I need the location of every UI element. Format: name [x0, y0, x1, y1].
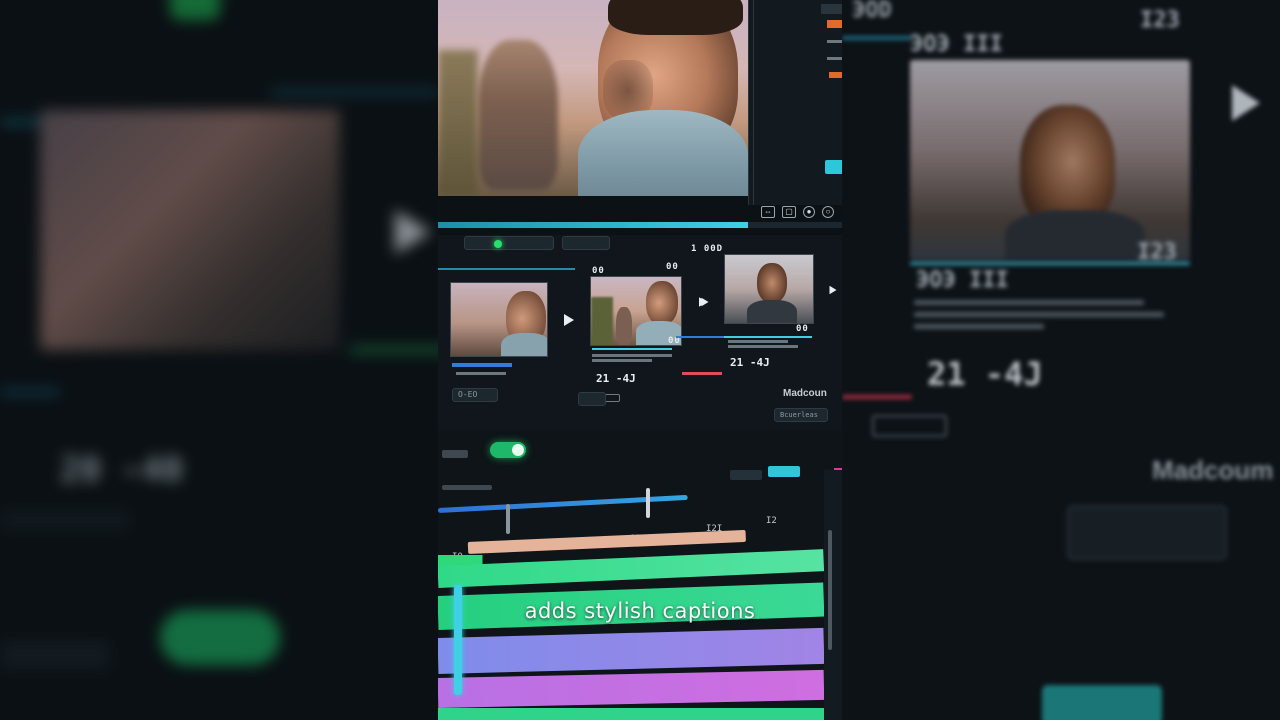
- clip-timecode: 21 -4J: [730, 356, 770, 369]
- timeline-panel: I0 12 03 I2I I2: [438, 430, 842, 720]
- bin-footer-mid-chip[interactable]: [578, 392, 606, 406]
- fit-icon[interactable]: ⇔: [761, 206, 775, 218]
- clip-green-3[interactable]: [438, 708, 824, 720]
- right-timecode: 21 -4J: [927, 355, 1043, 393]
- bin-filter-chip[interactable]: [464, 236, 554, 250]
- settings-icon[interactable]: ○: [822, 206, 834, 218]
- bin-footer-left-chip[interactable]: O-EO: [452, 388, 498, 402]
- clip-tc-top-left: 00: [592, 266, 605, 276]
- clip-thumbnail: [724, 254, 814, 324]
- right-brand: Madcoum: [1152, 455, 1274, 485]
- editor-panel: ⇔ ▢ ● ○ 00 00 00 00: [438, 0, 842, 720]
- bin-view-chip[interactable]: [562, 236, 610, 250]
- play-icon[interactable]: [701, 297, 709, 307]
- timeline-track-label: [442, 450, 468, 458]
- play-icon: [395, 210, 431, 254]
- right-code-bottom-right: I23: [1137, 240, 1177, 265]
- bin-footer-right-chip[interactable]: Bcuerleas: [774, 408, 828, 422]
- left-ghost-toggle: [160, 610, 280, 665]
- snap-toggle[interactable]: [490, 442, 526, 458]
- right-blurred-panel: ЭОD ЭОЭ III I23 ЭОЭ III I23 21 -4J Madco…: [842, 0, 1280, 720]
- clip-purple[interactable]: [438, 627, 825, 674]
- bin-footer: O-EO Madcoun Bcuerleas: [438, 380, 842, 430]
- inspector-strip: [748, 0, 842, 205]
- status-dot: [494, 240, 502, 248]
- timeline-accent-button[interactable]: [768, 466, 800, 477]
- bin-footer-brand: Madcoun: [783, 388, 827, 399]
- clip-meta: [728, 340, 798, 348]
- clip-thumbnail: [450, 282, 548, 357]
- clip-magenta[interactable]: [438, 669, 825, 708]
- preview-video[interactable]: [438, 0, 748, 196]
- clip-meta: [592, 354, 682, 362]
- viewer-toolbar: ⇔ ▢ ● ○: [761, 206, 834, 218]
- left-blurred-panel: 20 -40: [0, 0, 438, 720]
- viewer-scrubber-progress: [438, 222, 748, 228]
- right-code-top-right: I23: [1140, 8, 1180, 33]
- clip-tc-top-left: 1 00D: [691, 244, 724, 254]
- ruler-tick-label: I2: [766, 516, 777, 526]
- timeline-buttons: [730, 470, 762, 480]
- left-ghost-preview: [40, 110, 340, 350]
- right-code-top-left: ЭОЭ III: [910, 32, 1003, 57]
- timeline-ruler-top: [438, 494, 688, 513]
- play-icon[interactable]: [564, 314, 574, 326]
- clip-tc-bottom: 00: [796, 324, 809, 334]
- record-icon[interactable]: ●: [803, 206, 815, 218]
- right-ghost-preview: [910, 60, 1190, 260]
- clip-card-3[interactable]: 1 00D 00 21 -4J: [676, 244, 842, 394]
- viewer-scrubber[interactable]: [438, 222, 842, 228]
- next-icon[interactable]: [829, 285, 837, 295]
- program-viewer: ⇔ ▢ ● ○: [438, 0, 842, 235]
- right-code-bottom-left: ЭОЭ III: [916, 268, 1009, 293]
- clip-tc-top-right: 00: [666, 262, 679, 272]
- fullscreen-icon[interactable]: ▢: [782, 206, 796, 218]
- clip-peach[interactable]: [467, 529, 746, 554]
- subtitle-caption: adds stylish captions: [524, 599, 756, 623]
- right-top-label: ЭОD: [852, 0, 892, 23]
- playhead-marker[interactable]: [646, 488, 650, 518]
